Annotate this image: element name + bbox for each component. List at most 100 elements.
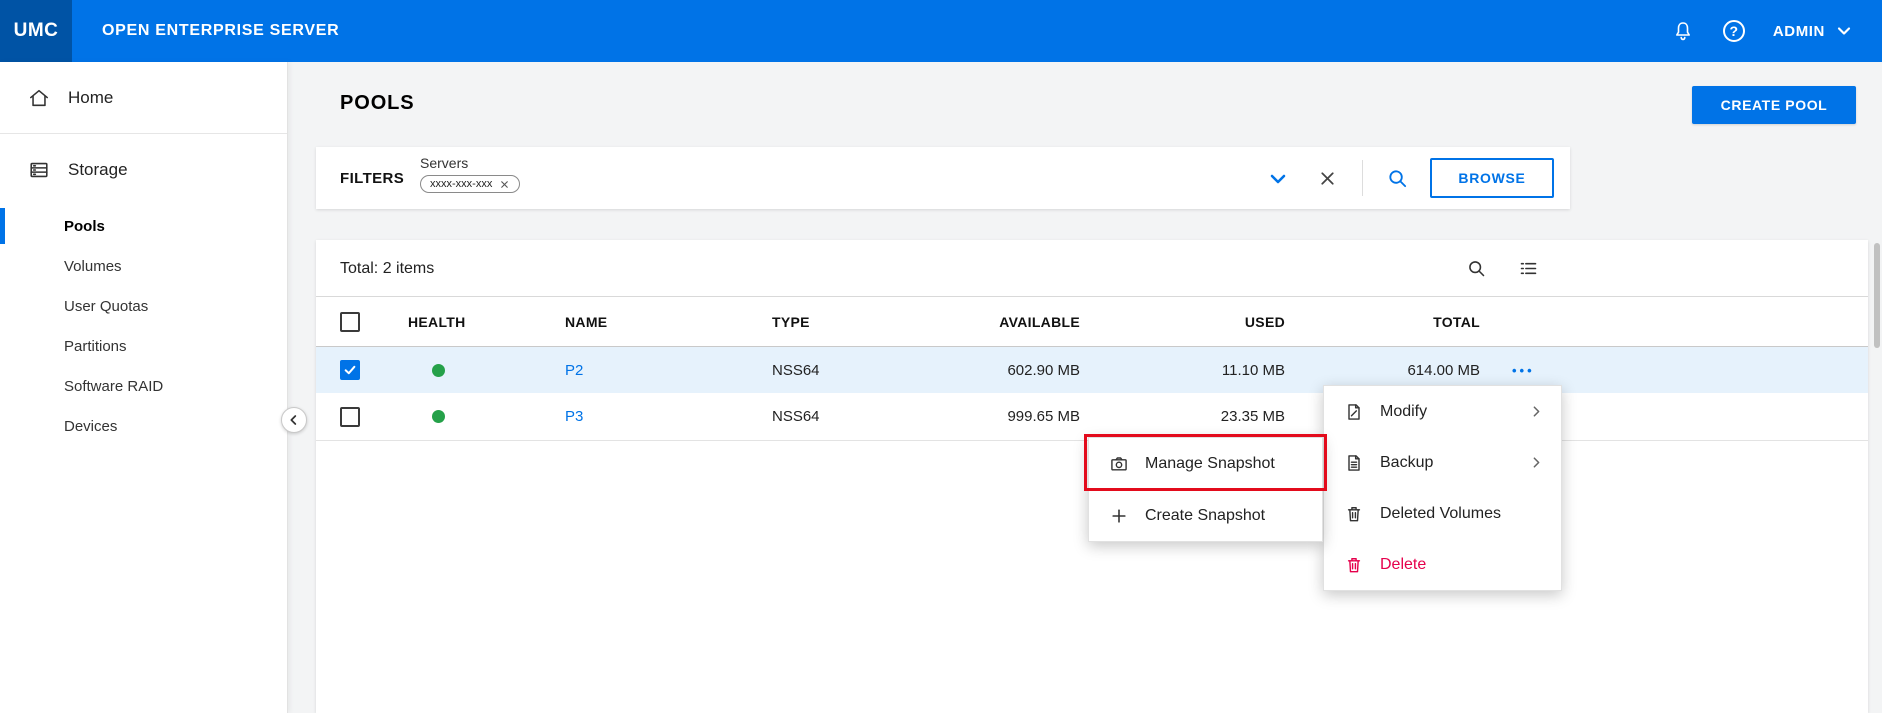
pool-type-cell: NSS64	[772, 347, 820, 393]
column-header-health: HEALTH	[408, 297, 466, 347]
sidebar-item-label: Devices	[64, 418, 117, 435]
row-checkbox[interactable]	[340, 407, 360, 427]
pool-type-cell: NSS64	[772, 393, 820, 440]
pool-used-cell: 11.10 MB	[1125, 347, 1285, 393]
column-header-name: NAME	[565, 297, 607, 347]
sidebar-item-label: Software RAID	[64, 378, 163, 395]
app-title: OPEN ENTERPRISE SERVER	[102, 22, 339, 40]
filters-expand-button[interactable]	[1266, 167, 1290, 191]
server-filter-chip[interactable]: xxxx-xxx-xxx	[420, 175, 520, 193]
sidebar-item-label: Partitions	[64, 338, 127, 355]
sidebar: Home Storage Pools Volumes User Quotas P…	[0, 62, 288, 713]
table-view-options-button[interactable]	[1518, 240, 1539, 297]
scrollbar-thumb[interactable]	[1874, 243, 1880, 348]
page-title: POOLS	[340, 92, 415, 115]
column-header-type: TYPE	[772, 297, 810, 347]
table-header-row: HEALTH NAME TYPE AVAILABLE USED TOTAL	[316, 297, 1868, 347]
snapshot-submenu: Manage Snapshot Create Snapshot	[1088, 437, 1323, 542]
menu-item-label: Backup	[1380, 454, 1512, 472]
active-indicator	[0, 208, 5, 244]
menu-item-backup[interactable]: Backup	[1324, 437, 1561, 488]
sidebar-item-home[interactable]: Home	[0, 62, 287, 134]
chevron-right-icon	[1528, 454, 1545, 471]
chevron-down-icon	[1834, 21, 1854, 41]
topbar-actions: ADMIN	[1671, 19, 1854, 43]
menu-item-manage-snapshot[interactable]: Manage Snapshot	[1089, 438, 1322, 489]
create-pool-button[interactable]: CREATE POOL	[1692, 86, 1856, 124]
sidebar-item-label: User Quotas	[64, 298, 148, 315]
chip-remove-icon[interactable]	[499, 179, 510, 190]
app-header: UMC OPEN ENTERPRISE SERVER ADMIN	[0, 0, 1882, 62]
filters-label: FILTERS	[340, 147, 404, 209]
search-icon	[1466, 258, 1487, 279]
plus-icon	[1109, 506, 1129, 526]
modify-icon	[1344, 402, 1364, 422]
table-row: P2 NSS64 602.90 MB 11.10 MB 614.00 MB	[316, 347, 1868, 393]
servers-filter-field: Servers xxxx-xxx-xxx	[420, 155, 520, 193]
storage-icon	[28, 159, 50, 181]
pool-name-link[interactable]: P2	[565, 347, 583, 393]
close-icon	[1317, 168, 1338, 189]
menu-item-label: Create Snapshot	[1145, 507, 1306, 525]
menu-item-delete[interactable]: Delete	[1324, 539, 1561, 590]
camera-icon	[1109, 454, 1129, 474]
servers-filter-label: Servers	[420, 155, 520, 171]
sidebar-item-label: Pools	[64, 218, 105, 235]
user-menu-button[interactable]: ADMIN	[1773, 21, 1854, 41]
sidebar-item-partitions[interactable]: Partitions	[0, 326, 287, 366]
chevron-down-icon	[1266, 167, 1290, 191]
notifications-button[interactable]	[1671, 19, 1695, 43]
sidebar-item-user-quotas[interactable]: User Quotas	[0, 286, 287, 326]
chevron-right-icon	[1528, 403, 1545, 420]
backup-icon	[1344, 453, 1364, 473]
health-status-dot	[432, 410, 445, 423]
server-filter-chip-label: xxxx-xxx-xxx	[430, 178, 492, 190]
column-header-used: USED	[1125, 297, 1285, 347]
trash-icon	[1344, 504, 1364, 524]
row-checkbox[interactable]	[340, 360, 360, 380]
menu-item-deleted-volumes[interactable]: Deleted Volumes	[1324, 488, 1561, 539]
menu-item-label: Deleted Volumes	[1380, 505, 1545, 523]
sidebar-item-label: Volumes	[64, 258, 122, 275]
user-name: ADMIN	[1773, 23, 1825, 40]
sidebar-collapse-button[interactable]	[281, 407, 307, 433]
table-total: Total: 2 items	[340, 240, 434, 297]
umc-logo-text: UMC	[14, 20, 59, 42]
list-settings-icon	[1518, 258, 1539, 279]
search-icon	[1386, 167, 1409, 190]
table-search-button[interactable]	[1466, 240, 1487, 297]
divider	[1362, 160, 1363, 196]
sidebar-item-pools[interactable]: Pools	[0, 206, 287, 246]
sidebar-item-devices[interactable]: Devices	[0, 406, 287, 446]
sidebar-item-storage[interactable]: Storage	[0, 134, 287, 206]
sidebar-item-label: Storage	[68, 160, 128, 180]
filters-clear-button[interactable]	[1317, 168, 1338, 189]
check-icon	[343, 363, 357, 377]
menu-item-modify[interactable]: Modify	[1324, 386, 1561, 437]
help-button[interactable]	[1723, 20, 1745, 42]
browse-button[interactable]: BROWSE	[1430, 158, 1554, 198]
sidebar-item-label: Home	[68, 88, 113, 108]
chevron-left-icon	[286, 412, 302, 428]
table-row: P3 NSS64 999.65 MB 23.35 MB	[316, 393, 1868, 441]
bell-icon	[1671, 19, 1695, 43]
home-icon	[28, 87, 50, 109]
menu-item-label: Manage Snapshot	[1145, 455, 1306, 473]
filters-search-button[interactable]	[1386, 167, 1409, 190]
menu-item-label: Modify	[1380, 403, 1512, 421]
pool-available-cell: 999.65 MB	[920, 393, 1080, 440]
sidebar-item-volumes[interactable]: Volumes	[0, 246, 287, 286]
umc-logo: UMC	[0, 0, 72, 62]
help-icon	[1723, 20, 1745, 42]
select-all-checkbox[interactable]	[340, 312, 360, 332]
column-header-total: TOTAL	[1320, 297, 1480, 347]
pool-used-cell: 23.35 MB	[1125, 393, 1285, 440]
pool-available-cell: 602.90 MB	[920, 347, 1080, 393]
pool-name-link[interactable]: P3	[565, 393, 583, 440]
screen: UMC OPEN ENTERPRISE SERVER ADMIN	[0, 0, 1882, 713]
menu-item-label: Delete	[1380, 556, 1545, 574]
row-context-menu: Modify Backup Deleted Volumes	[1323, 385, 1562, 591]
filters-bar: FILTERS Servers xxxx-xxx-xxx	[316, 147, 1570, 209]
sidebar-item-software-raid[interactable]: Software RAID	[0, 366, 287, 406]
menu-item-create-snapshot[interactable]: Create Snapshot	[1089, 490, 1322, 541]
